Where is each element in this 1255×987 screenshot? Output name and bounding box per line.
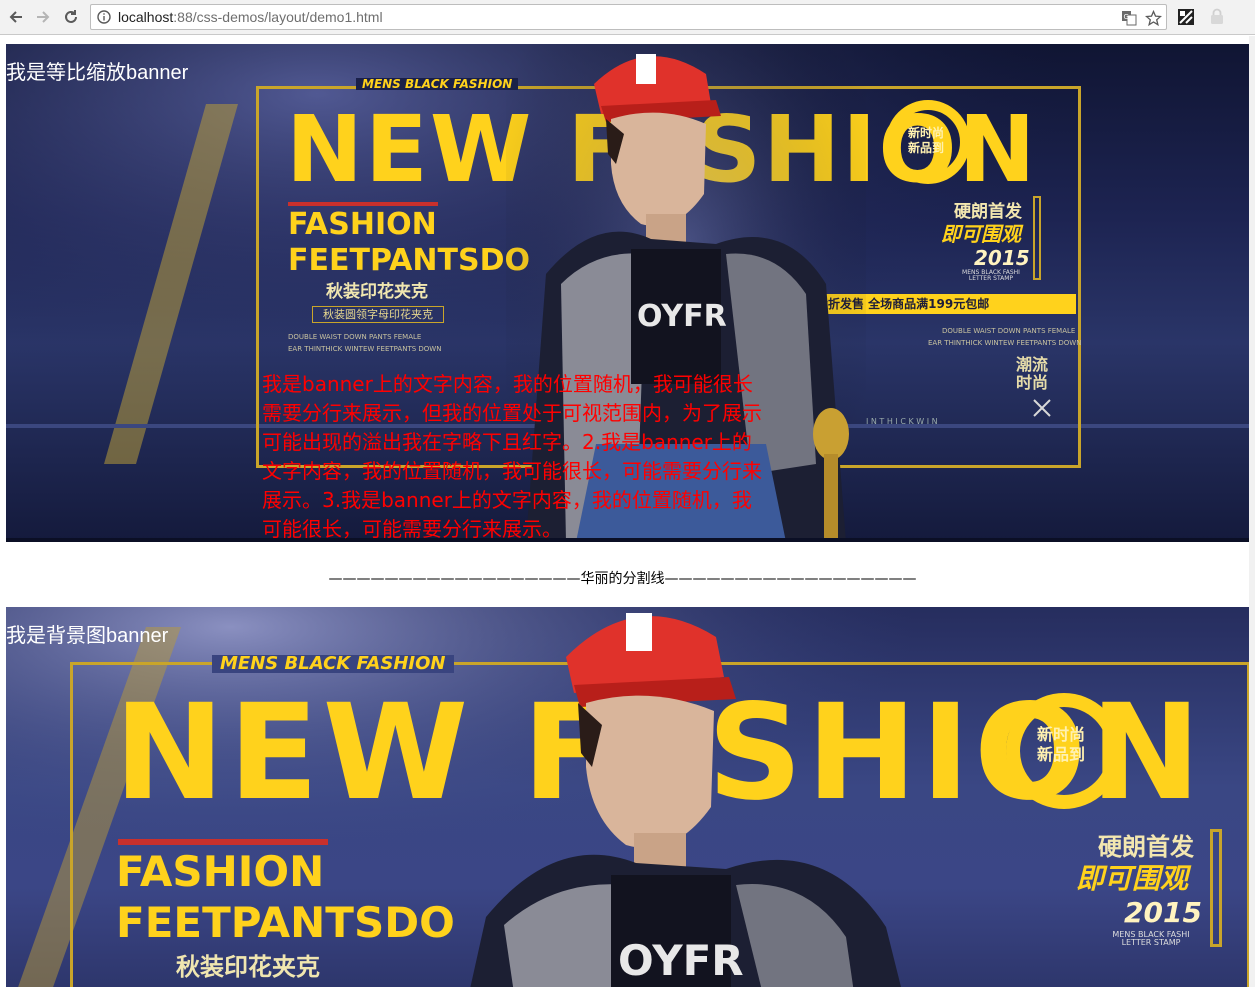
fashion-text-2: FASHION [116, 847, 325, 896]
page-viewport: MENS BLACK FASHION NEW FASHION FASHION F… [0, 36, 1255, 987]
url-text[interactable]: localhost:88/css-demos/layout/demo1.html [118, 9, 383, 25]
top-tag-2: MENS BLACK FASHION [212, 655, 454, 673]
stamp-text: MENS BLACK FASHI LETTER STAMP [962, 269, 1020, 282]
year-text: 2015 [974, 246, 1030, 270]
right-text-1-2: 硬朗首发 [1098, 833, 1194, 861]
address-bar[interactable]: localhost:88/css-demos/layout/demo1.html… [90, 4, 1167, 30]
right-vertical-frame [1033, 196, 1041, 280]
badge-text-2: 新时尚新品到 [1036, 725, 1085, 764]
profile-icon[interactable] [1206, 6, 1228, 28]
url-path: :88/css-demos/layout/demo1.html [173, 9, 383, 25]
red-accent-bar-2 [118, 839, 328, 845]
right-text-1: 硬朗首发 [954, 202, 1022, 222]
background-banner-label: 我是背景图banner [6, 625, 169, 647]
trend-text: 潮流时尚 [1016, 355, 1049, 392]
shirt-text-2: OYFR [618, 936, 744, 985]
forward-arrow-icon[interactable] [32, 6, 54, 28]
small-left-1: DOUBLE WAIST DOWN PANTS FEMALE [288, 333, 422, 341]
badge-text: 新时尚新品到 [907, 126, 944, 155]
svg-text:G: G [1124, 13, 1129, 21]
right-text-2: 即可围观 [941, 222, 1021, 246]
autumn-sub-text: 秋装圆领字母印花夹克 [312, 306, 444, 323]
banner-overlay-text: 我是banner上的文字内容，我的位置随机，我可能很长需要分行来展示，但我的位置… [262, 372, 762, 541]
back-arrow-icon[interactable] [5, 6, 27, 28]
feetpantsdo-text-2: FEETPANTSDO [116, 898, 455, 947]
page-scrollbar[interactable] [1249, 36, 1255, 987]
model-figure-2: OYFR [470, 613, 901, 987]
feetpantsdo-text: FEETPANTSDO [288, 243, 530, 278]
right-text-2-2: 即可围观 [1076, 862, 1189, 895]
url-host: localhost [118, 9, 174, 25]
shirt-text: OYFR [637, 299, 727, 334]
autumn-jacket-text-2: 秋装印花夹克 [176, 953, 320, 981]
small-right-2: EAR THINTHICK WINTEW FEETPANTS DOWN [928, 339, 1082, 347]
top-tag: MENS BLACK FASHION [356, 78, 519, 90]
scaled-banner-label: 我是等比缩放banner [6, 62, 189, 84]
info-icon[interactable] [97, 10, 111, 24]
extension-icon[interactable] [1175, 6, 1197, 28]
year-text-2: 2015 [1124, 896, 1202, 929]
fashion-text: FASHION [288, 207, 437, 242]
background-banner: MENS BLACK FASHION NEW FASHION FASHION F… [6, 607, 1251, 987]
fancy-divider: ——————————————————华丽的分割线————————————————… [328, 571, 917, 587]
close-x-icon [1033, 399, 1051, 417]
reload-icon[interactable] [60, 6, 82, 28]
stamp-text-2: MENS BLACK FASHI LETTER STAMP [1112, 930, 1190, 947]
red-accent-bar [288, 202, 438, 206]
star-icon[interactable] [1144, 9, 1162, 27]
small-right-1: DOUBLE WAIST DOWN PANTS FEMALE [942, 327, 1076, 335]
right-vertical-frame-2 [1210, 829, 1222, 947]
browser-toolbar: localhost:88/css-demos/layout/demo1.html… [0, 0, 1255, 35]
translate-icon[interactable]: G [1120, 9, 1138, 27]
bottom-line-text: I N T H I C K W I N [866, 417, 938, 426]
autumn-jacket-text: 秋装印花夹克 [326, 282, 428, 302]
small-left-2: EAR THINTHICK WINTEW FEETPANTS DOWN [288, 345, 442, 353]
